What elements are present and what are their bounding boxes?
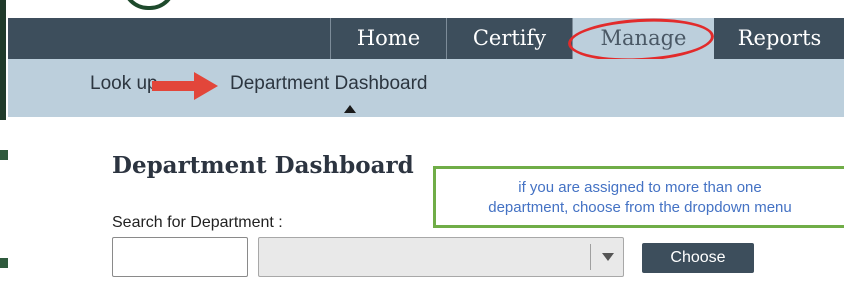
department-dropdown[interactable] bbox=[258, 237, 624, 277]
department-search-input[interactable] bbox=[112, 237, 248, 277]
dropdown-arrow-icon[interactable] bbox=[602, 253, 614, 261]
logo-icon bbox=[122, 0, 176, 10]
page-edge-dark bbox=[0, 0, 6, 120]
page-edge-fragment bbox=[0, 150, 8, 160]
red-arrow-icon bbox=[152, 72, 218, 100]
nav-reports[interactable]: Reports bbox=[715, 18, 844, 59]
callout-line: department, choose from the dropdown men… bbox=[488, 199, 792, 216]
top-nav: Home Certify Manage Reports bbox=[8, 18, 844, 59]
sub-nav: Look up Department Dashboard bbox=[8, 59, 844, 117]
nav-certify[interactable]: Certify bbox=[447, 18, 572, 59]
active-caret-icon bbox=[344, 105, 356, 113]
subnav-lookup[interactable]: Look up bbox=[90, 73, 158, 95]
page-edge-strip bbox=[0, 0, 8, 286]
dropdown-divider bbox=[590, 244, 591, 270]
subnav-department-dashboard[interactable]: Department Dashboard bbox=[230, 73, 428, 95]
callout-line: if you are assigned to more than one bbox=[518, 179, 762, 196]
choose-button[interactable]: Choose bbox=[642, 243, 754, 273]
page-title: Department Dashboard bbox=[112, 152, 414, 179]
search-label: Search for Department : bbox=[112, 214, 283, 231]
page-edge-fragment bbox=[0, 258, 8, 268]
instruction-callout: if you are assigned to more than one dep… bbox=[433, 166, 844, 228]
nav-home[interactable]: Home bbox=[331, 18, 446, 59]
